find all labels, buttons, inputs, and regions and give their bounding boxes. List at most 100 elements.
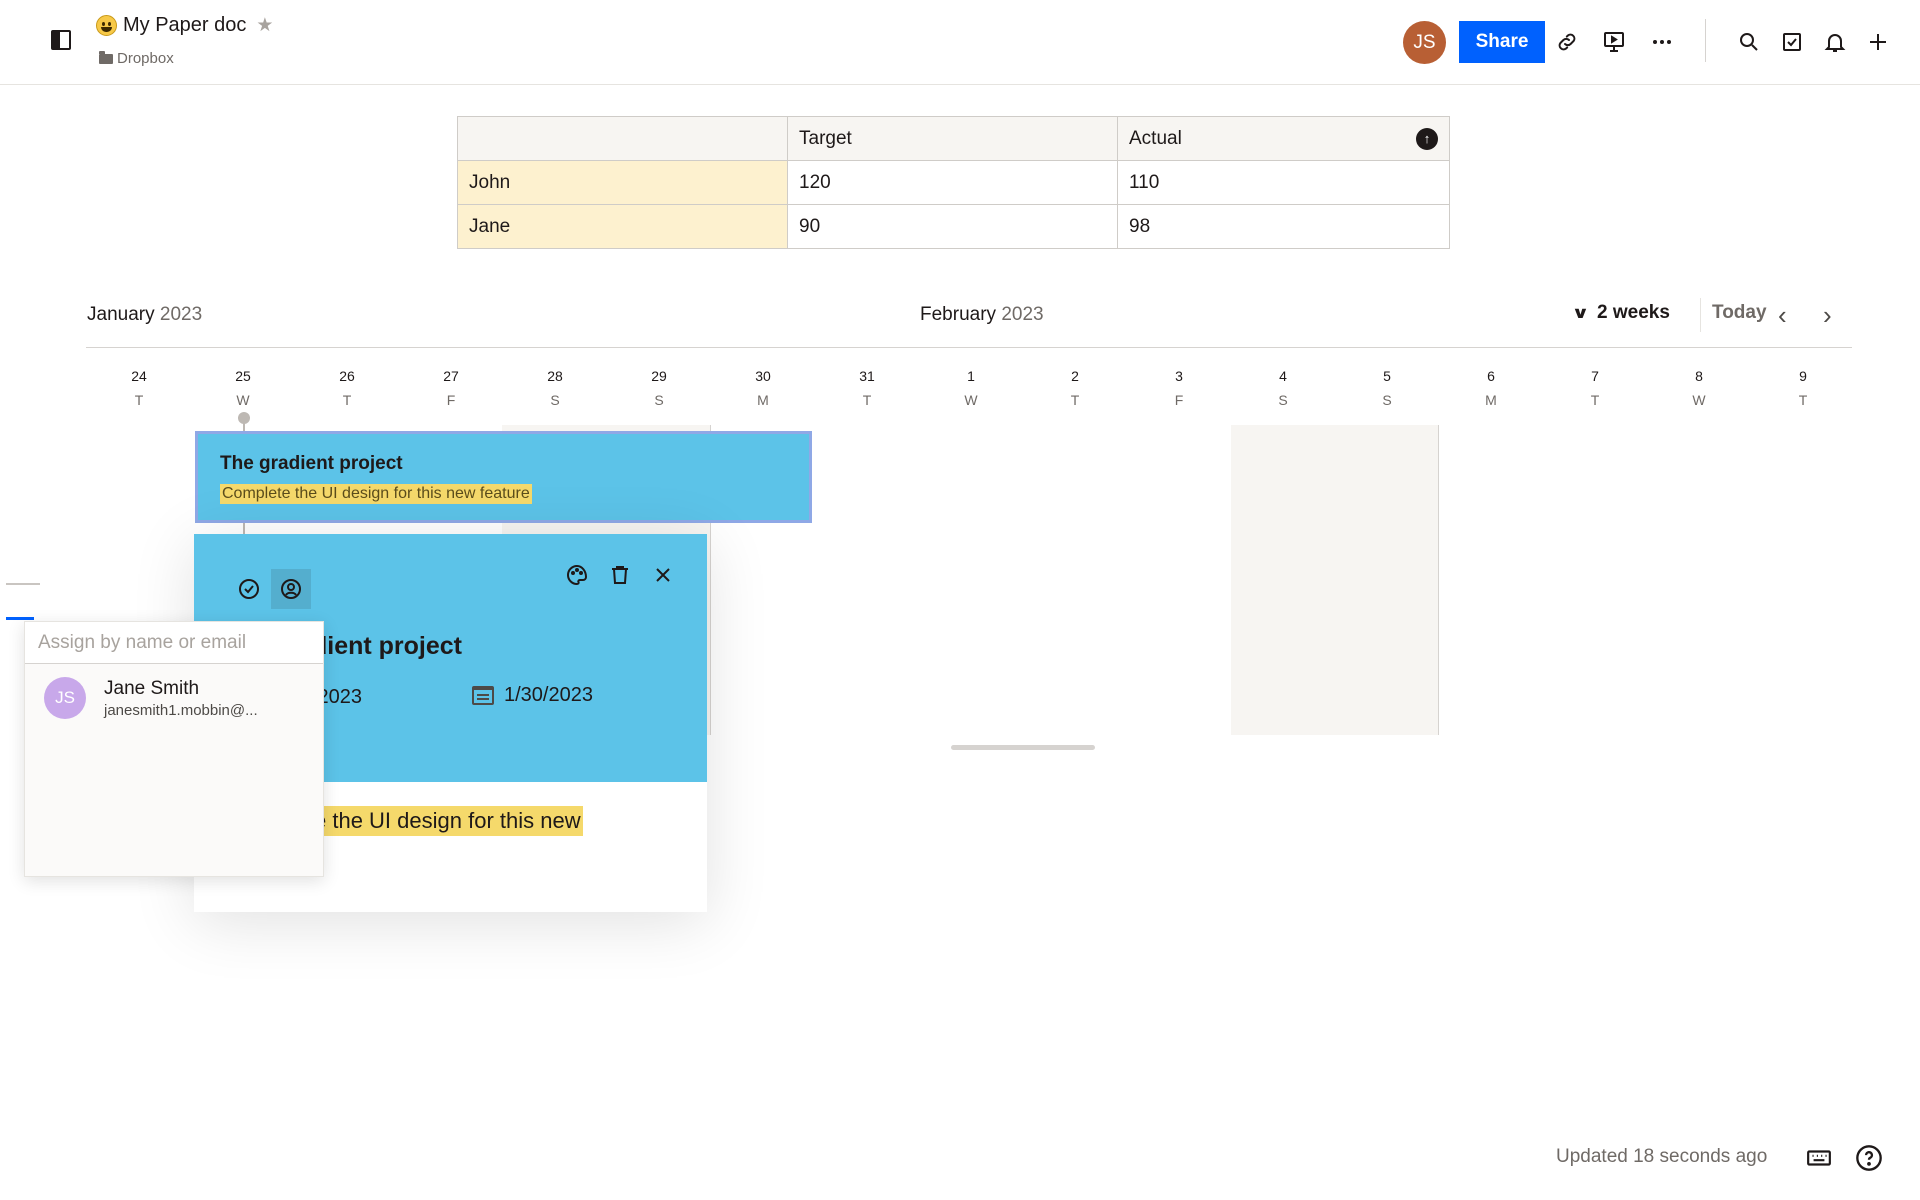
- outline-marker[interactable]: [6, 583, 40, 585]
- help-icon[interactable]: [1851, 1140, 1887, 1176]
- day-letter: T: [862, 392, 872, 408]
- day-column-header: 2T: [1045, 368, 1105, 408]
- assignee-info: Jane Smith janesmith1.mobbin@...: [104, 678, 258, 719]
- day-letter: W: [1692, 392, 1706, 408]
- top-bar: My Paper doc ★ Dropbox JS Share: [0, 0, 1920, 85]
- assignee-suggestion[interactable]: JS Jane Smith janesmith1.mobbin@...: [25, 669, 323, 727]
- range-label: 2 weeks: [1597, 302, 1670, 323]
- table-header-label: Actual: [1129, 127, 1182, 149]
- day-number: 2: [1071, 368, 1079, 384]
- month-label: February 2023: [920, 304, 1044, 326]
- table-header-row: Target Actual ↑: [457, 116, 1450, 161]
- emoji-icon[interactable]: [96, 15, 117, 36]
- day-column-header: 3F: [1149, 368, 1209, 408]
- day-number: 8: [1695, 368, 1703, 384]
- data-table: Target Actual ↑ John 120 110 Jane 90 98: [457, 116, 1450, 249]
- day-number: 7: [1591, 368, 1599, 384]
- toolbar-divider: [1700, 298, 1701, 332]
- day-number: 28: [547, 368, 563, 384]
- table-cell[interactable]: 90: [787, 204, 1118, 249]
- month-label: January 2023: [87, 304, 202, 326]
- day-column-header: 6M: [1461, 368, 1521, 408]
- day-column-header: 9T: [1773, 368, 1833, 408]
- chevron-right-icon[interactable]: ›: [1823, 300, 1832, 331]
- table-cell[interactable]: John: [457, 160, 788, 205]
- palette-icon[interactable]: [557, 555, 597, 595]
- share-button[interactable]: Share: [1459, 21, 1545, 63]
- day-letter: T: [1070, 392, 1080, 408]
- day-letter: M: [757, 392, 769, 408]
- table-cell[interactable]: Jane: [457, 204, 788, 249]
- month-year: 2023: [1001, 304, 1044, 325]
- breadcrumb-label: Dropbox: [117, 50, 174, 67]
- day-column-header: 27 F: [421, 368, 481, 408]
- detail-title[interactable]: dient project: [312, 632, 462, 661]
- day-number: 31: [859, 368, 875, 384]
- end-date-field[interactable]: 1/30/2023: [472, 684, 593, 707]
- table-row: John 120 110: [457, 160, 1450, 205]
- day-column-header: 31 T: [837, 368, 897, 408]
- grid-line: [1438, 425, 1439, 735]
- range-dropdown[interactable]: ∨ 2 weeks: [1571, 302, 1670, 324]
- avatar[interactable]: JS: [1403, 21, 1446, 64]
- plus-icon[interactable]: [1860, 22, 1896, 62]
- day-number: 5: [1383, 368, 1391, 384]
- assign-search-input[interactable]: [25, 622, 323, 664]
- day-number: 4: [1279, 368, 1287, 384]
- today-button[interactable]: Today: [1712, 302, 1767, 324]
- breadcrumb[interactable]: Dropbox: [99, 50, 174, 67]
- day-letter: W: [964, 392, 978, 408]
- detail-description[interactable]: e the UI design for this new: [312, 806, 583, 836]
- assign-user-icon[interactable]: [271, 569, 311, 609]
- day-letter: T: [1798, 392, 1808, 408]
- table-cell[interactable]: 98: [1117, 204, 1450, 249]
- table-header-cell[interactable]: Actual ↑: [1117, 116, 1450, 161]
- project-title: The gradient project: [220, 453, 403, 474]
- outline-marker-active[interactable]: [6, 617, 34, 620]
- day-number: 6: [1487, 368, 1495, 384]
- day-column-header: 24 T: [109, 368, 169, 408]
- day-column-header: 8W: [1669, 368, 1729, 408]
- day-column-header: 25 W: [213, 368, 273, 408]
- day-number: 29: [651, 368, 667, 384]
- table-cell[interactable]: 120: [787, 160, 1118, 205]
- checklist-icon[interactable]: [1774, 22, 1810, 62]
- day-column-header: 26 T: [317, 368, 377, 408]
- day-letter: T: [1590, 392, 1600, 408]
- day-letter: T: [342, 392, 352, 408]
- day-letter: F: [1174, 392, 1184, 408]
- month-name: February: [920, 304, 997, 325]
- chevron-left-icon[interactable]: ‹: [1778, 300, 1787, 331]
- more-icon[interactable]: [1644, 22, 1680, 62]
- close-icon[interactable]: [643, 555, 683, 595]
- month-year: 2023: [159, 304, 203, 325]
- day-letter: M: [1485, 392, 1497, 408]
- day-letter: S: [550, 392, 560, 408]
- table-header-cell[interactable]: Target: [787, 116, 1118, 161]
- assignee-name: Jane Smith: [104, 677, 200, 699]
- day-column-header: 30 M: [733, 368, 793, 408]
- project-bar[interactable]: The gradient project Complete the UI des…: [195, 431, 812, 523]
- search-icon[interactable]: [1731, 22, 1767, 62]
- trash-icon[interactable]: [600, 555, 640, 595]
- horizontal-scrollbar[interactable]: [951, 745, 1095, 750]
- sidebar-toggle-icon[interactable]: [51, 30, 71, 50]
- present-icon[interactable]: [1596, 22, 1632, 62]
- table-cell[interactable]: 110: [1117, 160, 1450, 205]
- doc-title[interactable]: My Paper doc: [123, 14, 246, 37]
- header-divider: [1705, 19, 1706, 62]
- keyboard-icon[interactable]: [1801, 1140, 1837, 1176]
- table-header-cell[interactable]: [457, 116, 788, 161]
- link-icon[interactable]: [1549, 22, 1585, 62]
- table-row: Jane 90 98: [457, 204, 1450, 249]
- day-letter: F: [446, 392, 456, 408]
- upload-icon[interactable]: ↑: [1416, 127, 1438, 150]
- star-icon[interactable]: ★: [256, 14, 273, 37]
- day-number: 25: [235, 368, 251, 384]
- doc-title-row: My Paper doc ★: [96, 14, 273, 37]
- bell-icon[interactable]: [1817, 22, 1853, 62]
- check-circle-icon[interactable]: [229, 569, 269, 609]
- day-number: 27: [443, 368, 459, 384]
- avatar: JS: [44, 677, 86, 719]
- day-column-header: 29 S: [629, 368, 689, 408]
